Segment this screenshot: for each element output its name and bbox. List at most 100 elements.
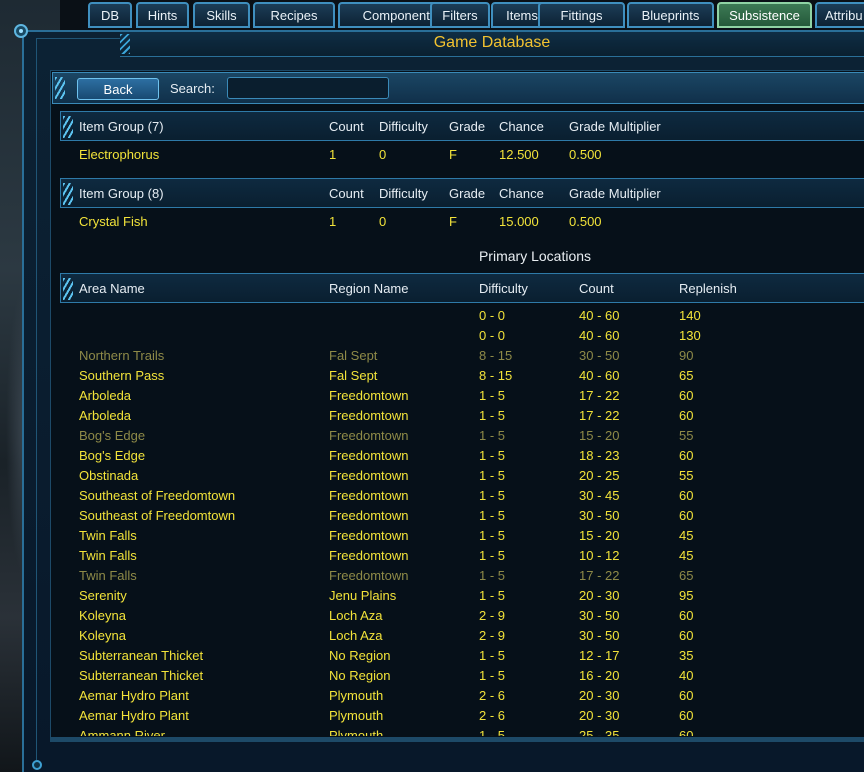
cell-region-name: Fal Sept bbox=[329, 348, 378, 363]
col-count: Count bbox=[329, 186, 364, 201]
table-row[interactable]: Twin Falls Freedomtown 1 - 5 17 - 22 65 bbox=[0, 566, 864, 586]
cell-count: 25 - 35 bbox=[579, 728, 620, 736]
cell-region-name: Freedomtown bbox=[329, 468, 409, 483]
cell-difficulty: 1 - 5 bbox=[479, 648, 506, 663]
item-difficulty: 0 bbox=[379, 214, 387, 229]
cell-difficulty: 2 - 9 bbox=[479, 608, 506, 623]
cell-area-name: Aemar Hydro Plant bbox=[79, 688, 189, 703]
col-grade-multiplier: Grade Multiplier bbox=[569, 119, 661, 134]
cell-area-name: Arboleda bbox=[79, 408, 132, 423]
table-row[interactable]: Northern Trails Fal Sept 8 - 15 30 - 50 90 bbox=[0, 346, 864, 366]
col-grade: Grade bbox=[449, 186, 486, 201]
cell-count: 10 - 12 bbox=[579, 548, 620, 563]
scroll-region[interactable]: Item Group (7) Count Difficulty Grade Ch… bbox=[0, 0, 864, 736]
cell-replenish: 90 bbox=[679, 348, 694, 363]
cell-area-name: Bog's Edge bbox=[79, 448, 146, 463]
cell-area-name: Subterranean Thicket bbox=[79, 668, 204, 683]
cell-region-name: Freedomtown bbox=[329, 448, 409, 463]
cell-count: 40 - 60 bbox=[579, 308, 620, 323]
cell-replenish: 60 bbox=[679, 488, 694, 503]
table-row[interactable]: Aemar Hydro Plant Plymouth 2 - 6 20 - 30 60 bbox=[0, 706, 864, 726]
table-row[interactable]: Aemar Hydro Plant Plymouth 2 - 6 20 - 30 60 bbox=[0, 686, 864, 706]
cell-area-name: Twin Falls bbox=[79, 548, 137, 563]
cell-count: 20 - 30 bbox=[579, 688, 620, 703]
cell-replenish: 60 bbox=[679, 688, 694, 703]
content-bottom-edge bbox=[50, 738, 864, 742]
cell-region-name: Freedomtown bbox=[329, 488, 409, 503]
cell-region-name: No Region bbox=[329, 668, 391, 683]
cell-difficulty: 1 - 5 bbox=[479, 568, 506, 583]
cell-replenish: 60 bbox=[679, 508, 694, 523]
item-group-title: Item Group (7) bbox=[79, 119, 164, 134]
cell-region-name: Freedomtown bbox=[329, 528, 409, 543]
cell-region-name: Loch Aza bbox=[329, 628, 383, 643]
cell-area-name: Obstinada bbox=[79, 468, 139, 483]
item-row[interactable]: Electrophorus 1 0 F 12.500 0.500 bbox=[0, 145, 864, 165]
item-group-title: Item Group (8) bbox=[79, 186, 164, 201]
cell-count: 40 - 60 bbox=[579, 368, 620, 383]
cell-replenish: 65 bbox=[679, 368, 694, 383]
cell-replenish: 55 bbox=[679, 428, 694, 443]
col-difficulty: Difficulty bbox=[379, 186, 428, 201]
cell-area-name: Bog's Edge bbox=[79, 428, 146, 443]
item-row[interactable]: Crystal Fish 1 0 F 15.000 0.500 bbox=[0, 212, 864, 232]
cell-count: 17 - 22 bbox=[579, 388, 620, 403]
cell-count: 20 - 30 bbox=[579, 708, 620, 723]
table-row[interactable]: Bog's Edge Freedomtown 1 - 5 18 - 23 60 bbox=[0, 446, 864, 466]
header-grip-icon bbox=[63, 116, 73, 138]
cell-replenish: 60 bbox=[679, 608, 694, 623]
item-name: Electrophorus bbox=[79, 147, 160, 162]
cell-count: 30 - 50 bbox=[579, 348, 620, 363]
cell-area-name: Subterranean Thicket bbox=[79, 648, 204, 663]
cell-area-name: Koleyna bbox=[79, 628, 126, 643]
cell-replenish: 65 bbox=[679, 568, 694, 583]
table-row[interactable]: Twin Falls Freedomtown 1 - 5 10 - 12 45 bbox=[0, 546, 864, 566]
table-row[interactable]: Koleyna Loch Aza 2 - 9 30 - 50 60 bbox=[0, 606, 864, 626]
cell-count: 30 - 50 bbox=[579, 508, 620, 523]
cell-replenish: 60 bbox=[679, 408, 694, 423]
cell-difficulty: 1 - 5 bbox=[479, 408, 506, 423]
cell-region-name: Plymouth bbox=[329, 688, 384, 703]
table-row[interactable]: Southeast of Freedomtown Freedomtown 1 - 5… bbox=[0, 486, 864, 506]
table-row[interactable]: Southern Pass Fal Sept 8 - 15 40 - 60 65 bbox=[0, 366, 864, 386]
cell-area-name: Serenity bbox=[79, 588, 127, 603]
cell-area-name: Arboleda bbox=[79, 388, 132, 403]
table-row[interactable]: Koleyna Loch Aza 2 - 9 30 - 50 60 bbox=[0, 626, 864, 646]
table-row[interactable]: Southeast of Freedomtown Freedomtown 1 - 5… bbox=[0, 506, 864, 526]
table-row[interactable]: Twin Falls Freedomtown 1 - 5 15 - 20 45 bbox=[0, 526, 864, 546]
table-row[interactable]: Bog's Edge Freedomtown 1 - 5 15 - 20 55 bbox=[0, 426, 864, 446]
item-chance: 15.000 bbox=[499, 214, 539, 229]
cell-replenish: 45 bbox=[679, 548, 694, 563]
cell-difficulty: 2 - 6 bbox=[479, 708, 506, 723]
cell-area-name: Twin Falls bbox=[79, 568, 137, 583]
col-region-name: Region Name bbox=[329, 281, 409, 296]
item-count: 1 bbox=[329, 214, 337, 229]
table-row[interactable]: Subterranean Thicket No Region 1 - 5 12 - 1… bbox=[0, 646, 864, 666]
table-row[interactable]: Subterranean Thicket No Region 1 - 5 16 - 2… bbox=[0, 666, 864, 686]
cell-difficulty: 2 - 6 bbox=[479, 688, 506, 703]
table-row[interactable]: 0 - 0 40 - 60 140 bbox=[0, 306, 864, 326]
cell-replenish: 40 bbox=[679, 668, 694, 683]
cell-difficulty: 1 - 5 bbox=[479, 728, 506, 736]
table-row[interactable]: Arboleda Freedomtown 1 - 5 17 - 22 60 bbox=[0, 386, 864, 406]
table-row[interactable]: Arboleda Freedomtown 1 - 5 17 - 22 60 bbox=[0, 406, 864, 426]
cell-count: 30 - 50 bbox=[579, 628, 620, 643]
cell-region-name: Plymouth bbox=[329, 708, 384, 723]
cell-count: 20 - 30 bbox=[579, 588, 620, 603]
cell-difficulty: 1 - 5 bbox=[479, 428, 506, 443]
cell-replenish: 60 bbox=[679, 628, 694, 643]
cell-area-name: Northern Trails bbox=[79, 348, 165, 363]
col-chance: Chance bbox=[499, 186, 544, 201]
cell-difficulty: 1 - 5 bbox=[479, 488, 506, 503]
header-grip-icon bbox=[63, 278, 73, 300]
cell-count: 18 - 23 bbox=[579, 448, 620, 463]
cell-area-name: Koleyna bbox=[79, 608, 126, 623]
cell-region-name: Fal Sept bbox=[329, 368, 378, 383]
table-row[interactable]: Ammann River Plymouth 1 - 5 25 - 35 60 bbox=[0, 726, 864, 736]
table-row[interactable]: 0 - 0 40 - 60 130 bbox=[0, 326, 864, 346]
cell-count: 40 - 60 bbox=[579, 328, 620, 343]
col-grade: Grade bbox=[449, 119, 486, 134]
cell-difficulty: 8 - 15 bbox=[479, 368, 513, 383]
table-row[interactable]: Obstinada Freedomtown 1 - 5 20 - 25 55 bbox=[0, 466, 864, 486]
table-row[interactable]: Serenity Jenu Plains 1 - 5 20 - 30 95 bbox=[0, 586, 864, 606]
